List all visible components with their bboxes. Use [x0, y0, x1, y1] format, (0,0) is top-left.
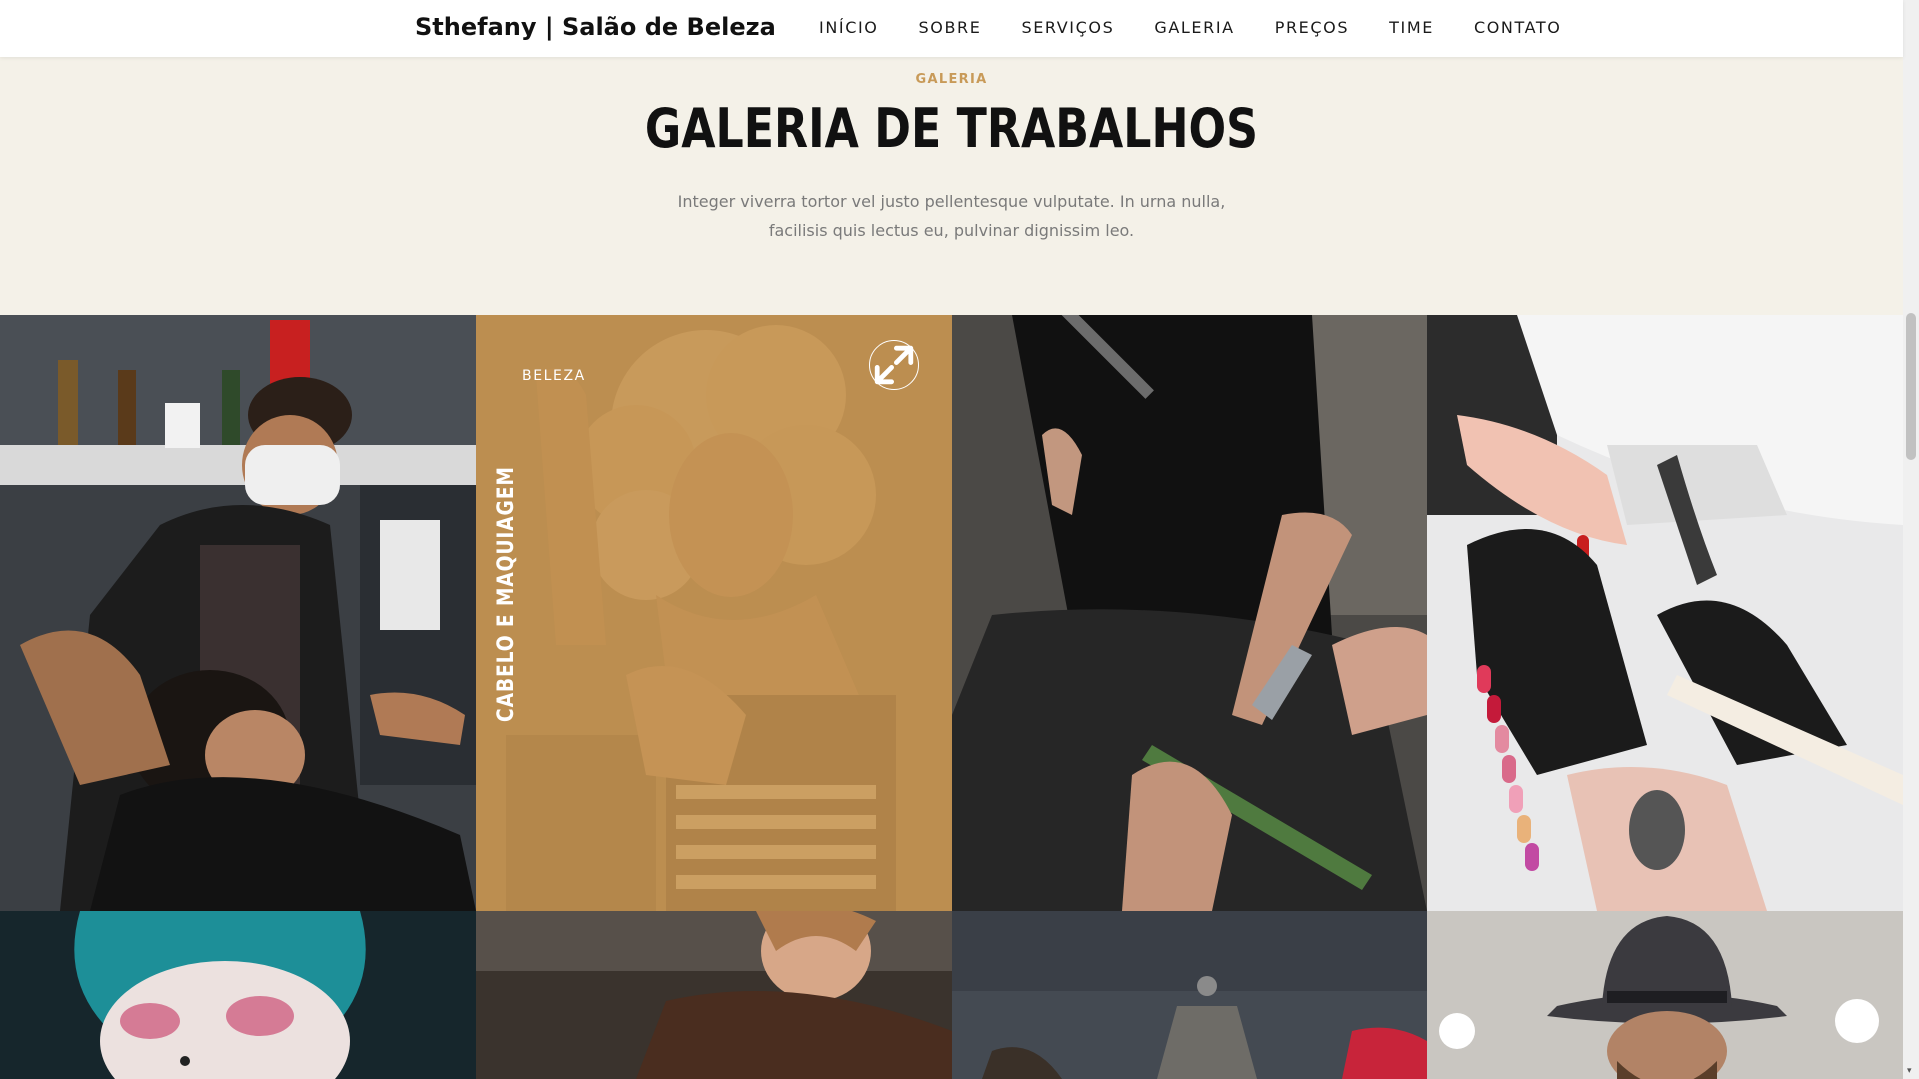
expand-button[interactable] — [869, 340, 919, 390]
lamp-photo — [952, 911, 1427, 1079]
page-scrollbar[interactable]: ▾ — [1903, 0, 1919, 1079]
brand-logo[interactable]: Sthefany | Salão de Beleza — [415, 13, 776, 41]
expand-icon — [874, 345, 914, 385]
nav-item-inicio[interactable]: INÍCIO — [819, 18, 879, 37]
gallery-item-beleza[interactable]: BELEZA CABELO E MAQUIAGEM — [476, 315, 952, 911]
scroll-down-icon[interactable]: ▾ — [1907, 1067, 1915, 1076]
hat-photo — [1427, 911, 1903, 1079]
nav-item-sobre[interactable]: SOBRE — [919, 18, 982, 37]
nav-item-precos[interactable]: PREÇOS — [1275, 18, 1349, 37]
gallery-item-nails[interactable] — [1427, 315, 1903, 911]
gallery-header: GALERIA GALERIA DE TRABALHOS Integer viv… — [0, 57, 1903, 315]
haircut-photo — [952, 315, 1427, 911]
gallery-item-barber[interactable] — [0, 315, 476, 911]
nav-item-servicos[interactable]: SERVIÇOS — [1021, 18, 1114, 37]
main-menu: INÍCIO SOBRE SERVIÇOS GALERIA PREÇOS TIM… — [819, 18, 1561, 37]
scrollbar-thumb[interactable] — [1906, 313, 1916, 460]
gallery-item-hat[interactable] — [1427, 911, 1903, 1079]
nav-item-time[interactable]: TIME — [1389, 18, 1434, 37]
barber-photo — [0, 315, 476, 911]
section-eyebrow: GALERIA — [915, 72, 988, 87]
gallery-item-stylist[interactable] — [476, 911, 952, 1079]
gallery-item-makeup-art[interactable] — [0, 911, 476, 1079]
nails-photo — [1427, 315, 1903, 911]
section-title: GALERIA DE TRABALHOS — [644, 97, 1259, 160]
navbar: Sthefany | Salão de Beleza INÍCIO SOBRE … — [0, 0, 1903, 57]
gallery-item-haircut[interactable] — [952, 315, 1427, 911]
tile-category: BELEZA — [522, 368, 586, 384]
hover-overlay — [476, 315, 952, 911]
tile-title: CABELO E MAQUIAGEM — [494, 466, 519, 722]
stylist-photo — [476, 911, 952, 1079]
nav-item-contato[interactable]: CONTATO — [1474, 18, 1562, 37]
makeup-art-photo — [0, 911, 476, 1079]
nav-item-galeria[interactable]: GALERIA — [1154, 18, 1234, 37]
gallery-item-lamp[interactable] — [952, 911, 1427, 1079]
section-description: Integer viverra tortor vel justo pellent… — [677, 192, 1226, 240]
gallery-grid: BELEZA CABELO E MAQUIAGEM — [0, 315, 1903, 1079]
